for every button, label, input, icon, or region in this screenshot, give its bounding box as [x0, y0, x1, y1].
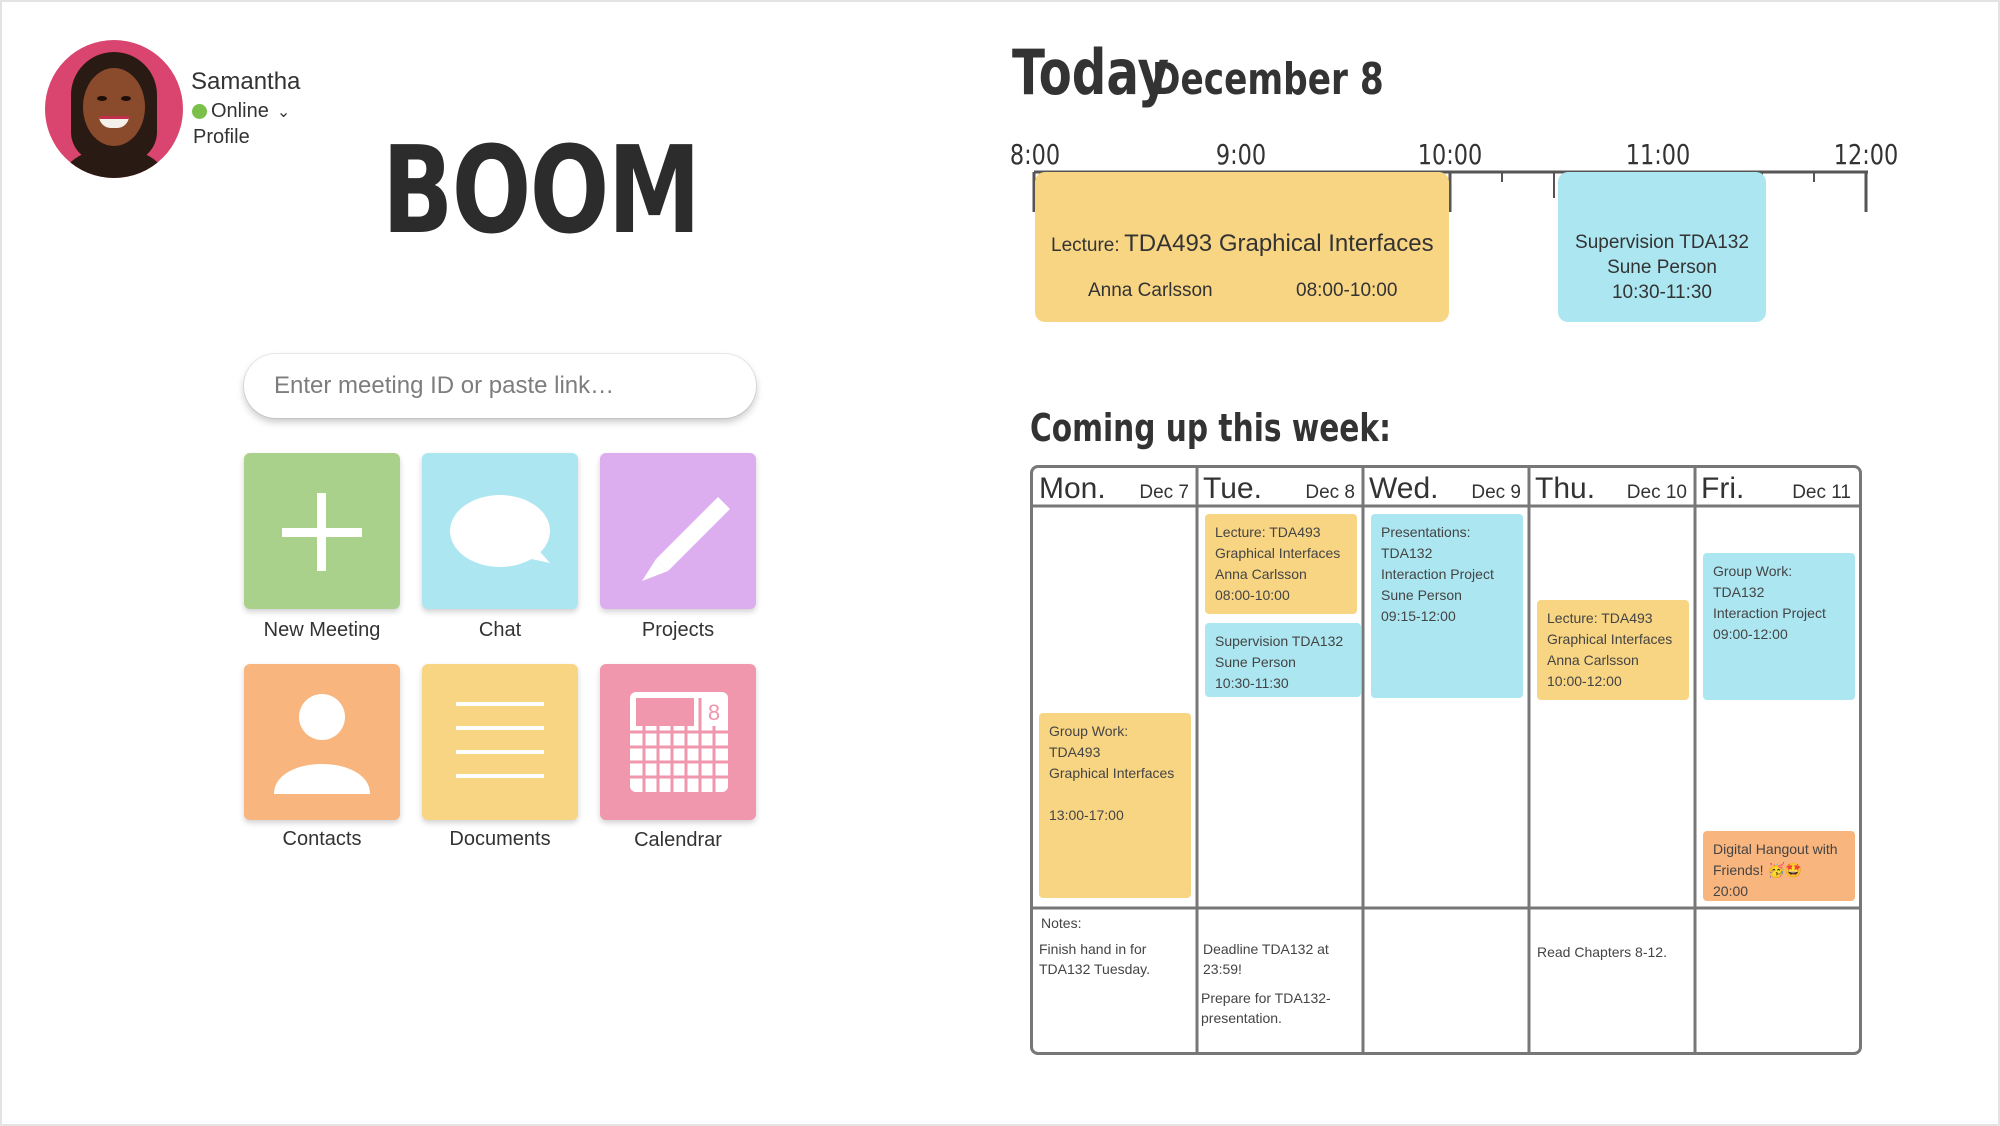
- documents-label: Documents: [449, 828, 551, 850]
- week-event-mon-group-work[interactable]: Group Work: TDA493 Graphical Interfaces …: [1039, 713, 1191, 898]
- day-header-wed: Wed. Dec 9: [1363, 468, 1529, 508]
- day-date: Dec 9: [1471, 482, 1521, 503]
- week-event-wed-presentations[interactable]: Presentations: TDA132 Interaction Projec…: [1371, 514, 1523, 698]
- calendar-button[interactable]: 8: [600, 664, 756, 820]
- event-title: TDA493 Graphical Interfaces: [1124, 230, 1434, 257]
- day-header-thu: Thu. Dec 10: [1529, 468, 1695, 508]
- lecture-title-line: Lecture: TDA493 Graphical Interfaces: [1051, 230, 1434, 258]
- new-meeting-button[interactable]: [244, 453, 400, 609]
- day-header-mon: Mon. Dec 7: [1033, 468, 1197, 508]
- today-event-lecture[interactable]: Lecture: TDA493 Graphical Interfaces Ann…: [1035, 172, 1449, 322]
- week-event-fri-hangout[interactable]: Digital Hangout with Friends! 🥳🤩 20:00: [1703, 831, 1855, 901]
- day-header-tue: Tue. Dec 8: [1197, 468, 1363, 508]
- day-header-fri: Fri. Dec 11: [1695, 468, 1859, 508]
- day-name: Tue.: [1203, 472, 1262, 505]
- week-event-tue-lecture[interactable]: Lecture: TDA493 Graphical Interfaces Ann…: [1205, 514, 1357, 614]
- note-thu: Read Chapters 8-12.: [1537, 944, 1667, 960]
- note-tue-deadline: Deadline TDA132 at 23:59!: [1203, 941, 1329, 977]
- document-lines-icon: [456, 702, 544, 778]
- day-date: Dec 11: [1792, 482, 1851, 503]
- chat-label: Chat: [478, 619, 522, 641]
- day-name: Wed.: [1369, 472, 1439, 505]
- event-person: Anna Carlsson: [1088, 280, 1213, 301]
- day-date: Dec 8: [1305, 482, 1355, 503]
- day-date: Dec 10: [1626, 482, 1687, 503]
- documents-button[interactable]: [422, 664, 578, 820]
- calendar-icon: 8: [630, 692, 728, 792]
- event-title: Supervision TDA132: [1575, 232, 1749, 253]
- today-event-supervision[interactable]: Supervision TDA132 Sune Person 10:30-11:…: [1558, 172, 1766, 322]
- pencil-icon: [642, 497, 730, 581]
- notes-label: Notes:: [1041, 915, 1082, 931]
- event-time: 10:30-11:30: [1611, 282, 1712, 303]
- event-prefix: Lecture:: [1051, 235, 1120, 256]
- meeting-search-bar[interactable]: [244, 354, 756, 418]
- week-heading: Coming up this week:: [1030, 406, 1391, 450]
- week-event-fri-group-work[interactable]: Group Work: TDA132 Interaction Project 0…: [1703, 553, 1855, 700]
- contacts-button[interactable]: [244, 664, 400, 820]
- projects-button[interactable]: [600, 453, 756, 609]
- event-person: Sune Person: [1607, 257, 1717, 278]
- meeting-id-input[interactable]: [274, 372, 714, 400]
- note-mon: Finish hand in for TDA132 Tuesday.: [1039, 941, 1151, 977]
- day-name: Thu.: [1535, 472, 1596, 505]
- calendar-label: Calendrar: [634, 829, 722, 851]
- event-time: 08:00-10:00: [1296, 280, 1398, 301]
- plus-icon: [282, 493, 362, 571]
- projects-label: Projects: [641, 619, 715, 641]
- person-icon: [274, 694, 370, 794]
- day-date: Dec 7: [1139, 482, 1189, 503]
- chat-button[interactable]: [422, 453, 578, 609]
- week-event-tue-supervision[interactable]: Supervision TDA132 Sune Person 10:30-11:…: [1205, 623, 1361, 697]
- week-calendar: Mon. Dec 7 Tue. Dec 8 Wed. Dec 9 Thu. De…: [1030, 465, 1862, 1055]
- day-name: Mon.: [1039, 472, 1106, 505]
- new-meeting-label: New Meeting: [263, 619, 381, 641]
- day-name: Fri.: [1701, 472, 1745, 505]
- calendar-day-number: 8: [708, 700, 720, 725]
- contacts-label: Contacts: [282, 828, 362, 850]
- chat-bubble-icon: [450, 495, 550, 567]
- note-tue-prepare: Prepare for TDA132- presentation.: [1201, 990, 1331, 1026]
- week-event-thu-lecture[interactable]: Lecture: TDA493 Graphical Interfaces Ann…: [1537, 600, 1689, 700]
